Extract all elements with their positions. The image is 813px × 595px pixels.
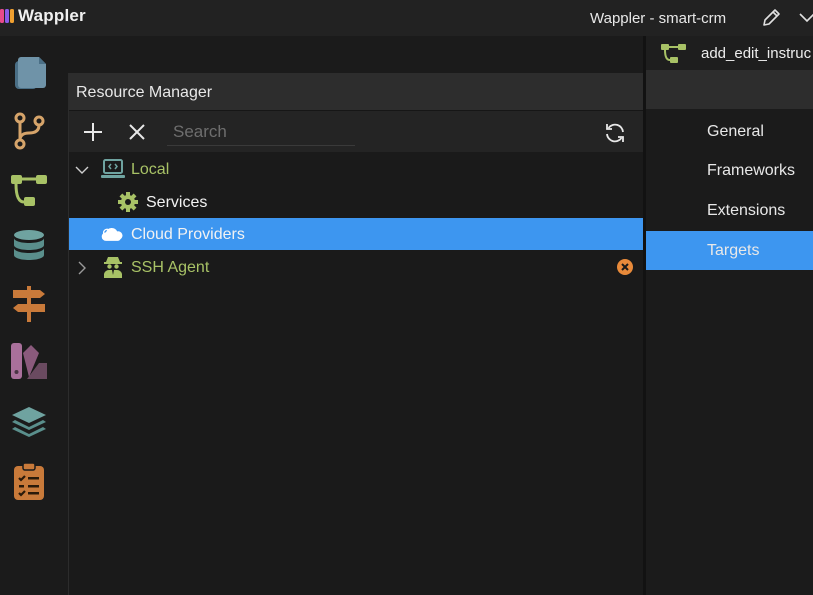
title-bar: Wappler Wappler - smart-crm <box>0 0 813 37</box>
chevron-right-icon[interactable] <box>75 261 89 275</box>
activity-bar <box>0 36 62 595</box>
resource-manager-panel: Resource Manager Local <box>68 73 644 595</box>
tree-item-label: Cloud Providers <box>131 226 245 243</box>
chevron-down-icon[interactable] <box>75 163 89 177</box>
window-title: Wappler - smart-crm <box>590 10 727 27</box>
app-logo: Wappler <box>0 5 86 27</box>
wappler-logo-icon <box>0 9 14 23</box>
pencil-icon[interactable] <box>760 7 782 29</box>
design-icon[interactable] <box>9 341 49 381</box>
app-name: Wappler <box>18 6 86 25</box>
database-icon[interactable] <box>9 227 49 267</box>
panel-title: Resource Manager <box>76 84 213 101</box>
search-input[interactable] <box>171 119 355 145</box>
resource-manager-header: Resource Manager <box>69 73 644 111</box>
tree-item-ssh-agent[interactable]: SSH Agent <box>69 251 643 283</box>
layers-icon[interactable] <box>9 403 49 443</box>
settings-header <box>646 70 813 109</box>
tree-item-services[interactable]: Services <box>69 186 643 218</box>
nav-item-targets[interactable]: Targets <box>646 231 813 270</box>
nav-item-frameworks[interactable]: Frameworks <box>646 151 813 190</box>
tree-item-local[interactable]: Local <box>69 153 643 185</box>
tree-item-label: Services <box>146 194 208 211</box>
tree-item-cloud-providers[interactable]: Cloud Providers <box>69 218 643 250</box>
remove-circle-icon[interactable] <box>616 258 634 276</box>
nav-item-label: Extensions <box>707 202 786 219</box>
tree-item-label: Local <box>131 161 170 178</box>
resource-manager-toolbar <box>69 111 644 152</box>
flow-icon <box>661 44 686 63</box>
tree-item-label: SSH Agent <box>131 259 210 276</box>
add-icon[interactable] <box>83 122 103 142</box>
spy-agent-icon <box>104 257 122 278</box>
signpost-icon[interactable] <box>9 284 49 324</box>
files-icon[interactable] <box>9 54 49 94</box>
nav-item-extensions[interactable]: Extensions <box>646 191 813 230</box>
nav-item-label: Frameworks <box>707 162 796 179</box>
project-settings-panel: add_edit_instruc General Frameworks Exte… <box>646 36 813 595</box>
search-box <box>167 119 355 146</box>
nav-item-label: General <box>707 123 764 140</box>
refresh-icon[interactable] <box>603 121 627 145</box>
clipboard-tasks-icon[interactable] <box>9 461 49 501</box>
nav-item-general[interactable]: General <box>646 112 813 151</box>
close-icon[interactable] <box>127 122 147 142</box>
file-name: add_edit_instruc <box>701 45 812 62</box>
cloud-icon <box>101 228 123 241</box>
gear-icon <box>118 192 138 212</box>
chevron-down-icon[interactable] <box>798 10 813 26</box>
nav-item-label: Targets <box>707 242 760 259</box>
git-branch-icon[interactable] <box>9 111 49 151</box>
flow-icon[interactable] <box>9 169 49 209</box>
open-file-tab[interactable]: add_edit_instruc <box>646 36 813 70</box>
panel-gap <box>62 36 643 73</box>
monitor-code-icon <box>101 159 125 178</box>
